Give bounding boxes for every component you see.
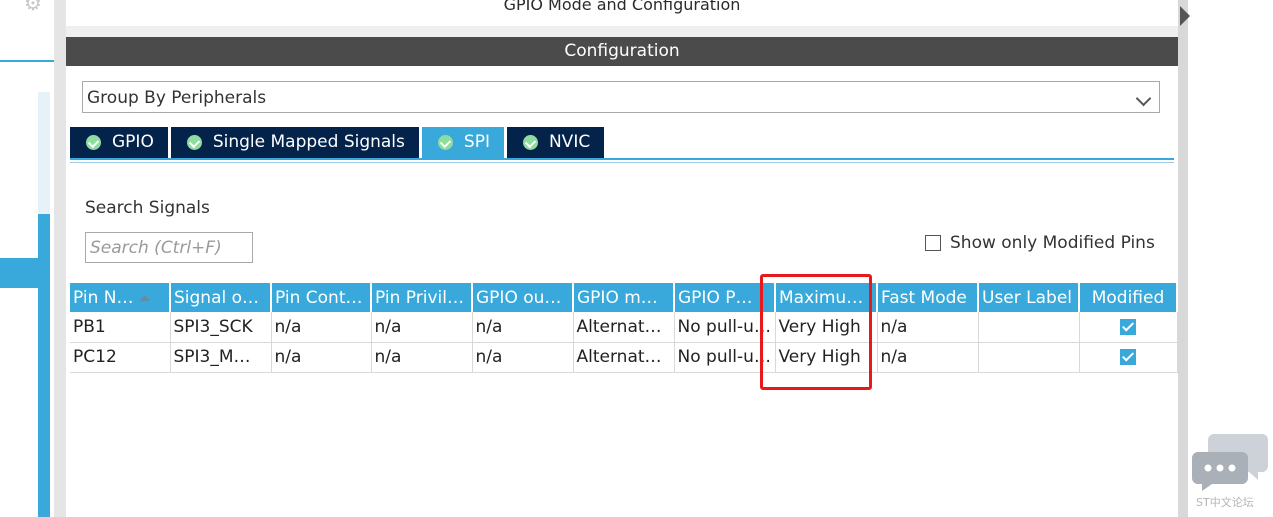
watermark-text: ST中文论坛 [1196, 496, 1254, 509]
cell-maximum-speed[interactable]: Very High [775, 342, 878, 373]
show-only-modified-label: Show only Modified Pins [950, 233, 1155, 253]
gpio-configuration-panel: GPIO Mode and Configuration Configuratio… [66, 0, 1178, 517]
tab-label: SPI [463, 132, 490, 152]
cell-signal[interactable]: SPI3_M… [170, 342, 272, 373]
cell-signal[interactable]: SPI3_SCK [170, 312, 272, 343]
table-row[interactable]: PB1 SPI3_SCK n/a n/a n/a Alternat… No pu… [70, 312, 1178, 343]
title-band [66, 26, 1178, 37]
tab-label: NVIC [548, 132, 591, 152]
check-circle-icon [186, 135, 202, 150]
group-by-dropdown[interactable]: Group By Peripherals [82, 81, 1160, 113]
cell-gpio-pull[interactable]: No pull-u… [674, 312, 776, 343]
cell-pin-context[interactable]: n/a [271, 312, 372, 343]
table-row[interactable]: PC12 SPI3_M… n/a n/a n/a Alternat… No pu… [70, 342, 1178, 373]
show-only-modified-pins[interactable]: Show only Modified Pins [925, 233, 1155, 253]
cell-gpio-mode[interactable]: Alternat… [573, 342, 675, 373]
table-header-row: Pin N… Signal o… Pin Cont… Pin Privil… G… [70, 283, 1178, 312]
left-scrollbar-thumb[interactable] [38, 214, 50, 517]
left-panel: ⚙ [0, 0, 66, 517]
app-window: ⚙ GPIO Mode and Configuration Configurat… [0, 0, 1273, 517]
cell-pin-context[interactable]: n/a [271, 342, 372, 373]
gear-icon[interactable]: ⚙ [22, 0, 44, 14]
left-panel-separator [0, 60, 54, 62]
pin-configuration-table: Pin N… Signal o… Pin Cont… Pin Privil… G… [70, 283, 1178, 373]
modified-checkbox[interactable] [1120, 318, 1136, 335]
cell-gpio-output[interactable]: n/a [472, 312, 574, 343]
cell-fast-mode[interactable]: n/a [877, 312, 979, 343]
cell-gpio-pull[interactable]: No pull-u… [674, 342, 776, 373]
cell-pin-privilege[interactable]: n/a [371, 342, 473, 373]
column-header-pin-context[interactable]: Pin Cont… [271, 283, 372, 312]
left-panel-selected-item[interactable] [0, 258, 38, 288]
search-signals-label: Search Signals [85, 198, 210, 218]
chevron-down-icon [1135, 90, 1152, 107]
cell-pin-name[interactable]: PB1 [70, 312, 171, 343]
sort-ascending-icon[interactable] [139, 294, 150, 301]
search-signals-input[interactable] [85, 232, 253, 263]
show-only-modified-checkbox[interactable] [925, 235, 941, 251]
configuration-header: Configuration [66, 37, 1178, 66]
column-header-gpio-mode[interactable]: GPIO m… [573, 283, 675, 312]
cell-user-label[interactable] [978, 342, 1080, 373]
tab-label: Single Mapped Signals [212, 132, 405, 152]
column-header-signal[interactable]: Signal o… [170, 283, 272, 312]
tab-single-mapped-signals[interactable]: Single Mapped Signals [170, 127, 419, 158]
cell-pin-privilege[interactable]: n/a [371, 312, 473, 343]
modified-checkbox[interactable] [1120, 349, 1136, 365]
cell-fast-mode[interactable]: n/a [877, 342, 979, 373]
tabs-underline [70, 158, 1174, 160]
cell-modified[interactable] [1079, 312, 1178, 343]
cell-gpio-mode[interactable]: Alternat… [573, 312, 675, 343]
chat-bubbles-icon [1192, 434, 1268, 491]
cell-user-label[interactable] [978, 312, 1080, 343]
cell-modified[interactable] [1079, 342, 1178, 373]
peripheral-tabs: GPIO Single Mapped Signals SPI NVIC [70, 127, 607, 158]
tab-nvic[interactable]: NVIC [506, 127, 605, 158]
tab-label: GPIO [112, 132, 154, 152]
check-circle-icon [522, 135, 538, 150]
check-circle-icon [437, 135, 453, 150]
cell-gpio-output[interactable]: n/a [472, 342, 574, 373]
group-by-value: Group By Peripherals [87, 88, 267, 108]
column-header-gpio-output[interactable]: GPIO ou… [472, 283, 574, 312]
column-header-pin-privilege[interactable]: Pin Privil… [371, 283, 473, 312]
column-header-gpio-pull[interactable]: GPIO P… [674, 283, 776, 312]
panel-title: GPIO Mode and Configuration [503, 0, 741, 14]
column-header-fast-mode[interactable]: Fast Mode [877, 283, 979, 312]
check-circle-icon [86, 135, 101, 150]
column-header-user-label[interactable]: User Label [978, 283, 1080, 312]
tab-spi[interactable]: SPI [421, 127, 504, 158]
collapse-arrow-icon[interactable] [1180, 6, 1190, 26]
tab-gpio[interactable]: GPIO [70, 127, 168, 158]
left-splitter[interactable] [54, 0, 66, 517]
cell-pin-name[interactable]: PC12 [70, 342, 171, 373]
tabs-underline-secondary [70, 162, 1174, 163]
cell-maximum-speed[interactable]: Very High [775, 312, 878, 343]
column-header-maximum-speed[interactable]: Maximu… [775, 283, 878, 312]
right-splitter[interactable] [1178, 0, 1188, 517]
column-header-pin-name[interactable]: Pin N… [70, 283, 171, 312]
column-header-modified[interactable]: Modified [1079, 283, 1178, 312]
